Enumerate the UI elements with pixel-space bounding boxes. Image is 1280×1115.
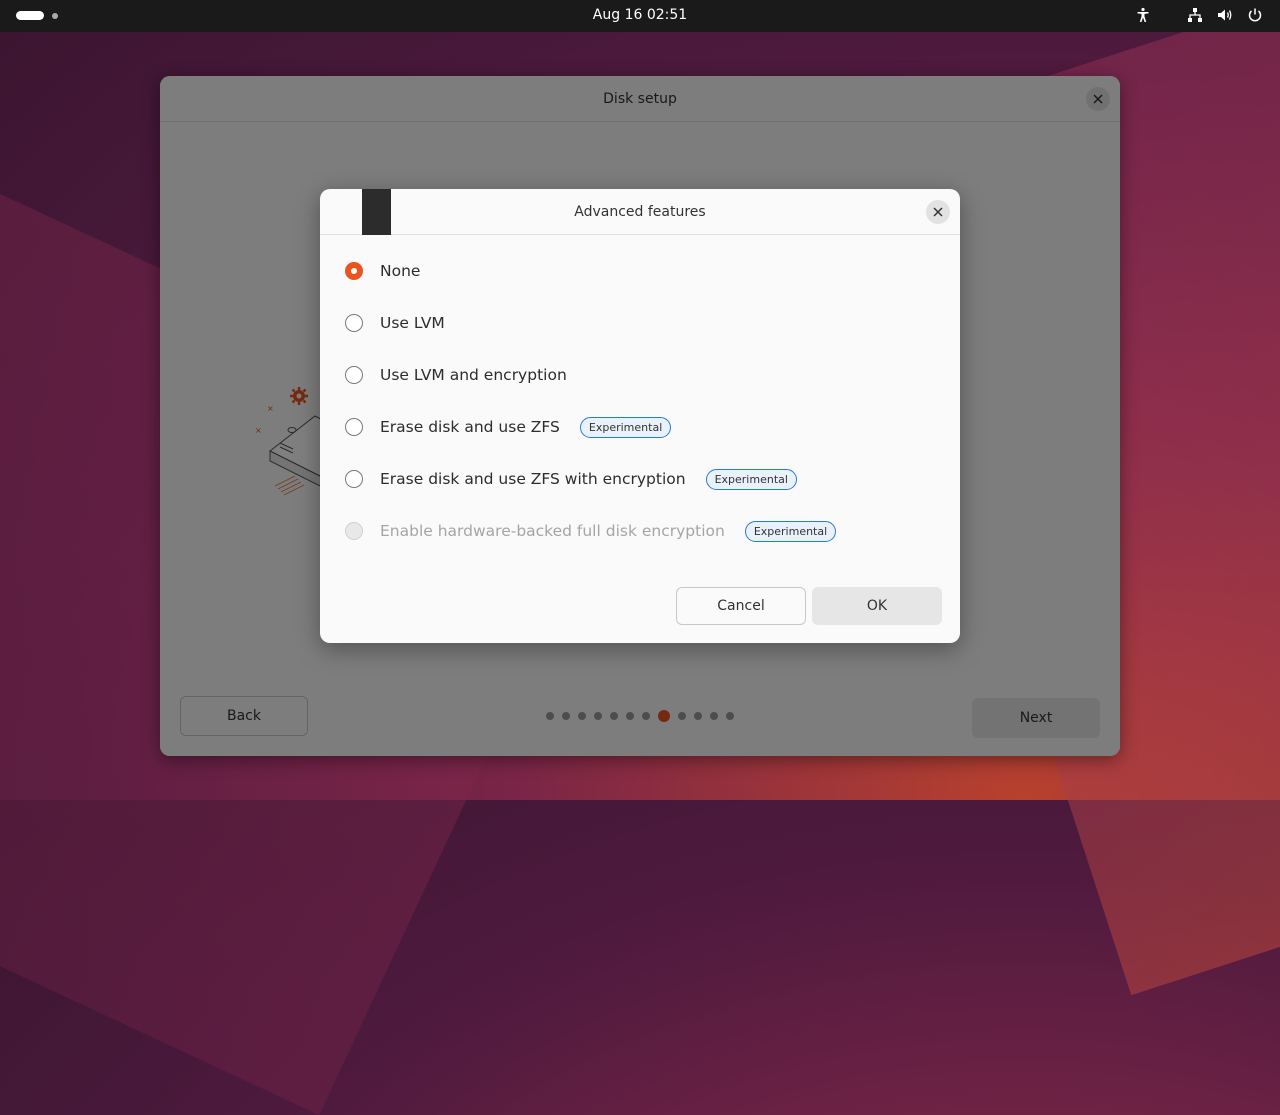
experimental-badge: Experimental [705, 468, 797, 490]
page-dot [626, 712, 634, 720]
advanced-features-dialog: Advanced features None Use LVM Use LVM and… [320, 189, 960, 643]
experimental-badge: Experimental [579, 416, 672, 438]
svg-text:×: × [267, 404, 274, 413]
activities-indicator[interactable] [16, 11, 58, 20]
window-title: Disk setup [603, 90, 677, 107]
network-icon [1186, 6, 1204, 24]
option-label[interactable]: Use LVM and encryption [380, 366, 567, 384]
radio-button[interactable] [345, 262, 363, 280]
option-row[interactable]: Use LVM and encryption [345, 363, 836, 387]
ok-button[interactable]: OK [812, 587, 942, 625]
system-tray[interactable] [1134, 6, 1264, 24]
radio-button [345, 522, 363, 540]
cancel-button[interactable]: Cancel [676, 587, 806, 625]
option-label: Enable hardware-backed full disk encrypt… [380, 522, 725, 540]
clock[interactable]: Aug 16 02:51 [593, 7, 687, 23]
option-label[interactable]: Erase disk and use ZFS [380, 418, 560, 436]
power-icon [1246, 6, 1264, 24]
experimental-badge: Experimental [744, 520, 837, 542]
page-dot [694, 712, 702, 720]
page-dot [726, 712, 734, 720]
page-dot [546, 712, 554, 720]
dialog-header: Advanced features [320, 189, 960, 235]
option-row[interactable]: None [345, 259, 836, 283]
page-dot [562, 712, 570, 720]
radio-button[interactable] [345, 470, 363, 488]
volume-icon [1216, 6, 1234, 24]
svg-text:×: × [255, 426, 262, 435]
page-dot [710, 712, 718, 720]
option-row[interactable]: Use LVM [345, 311, 836, 335]
radio-button[interactable] [345, 314, 363, 332]
page-dot [578, 712, 586, 720]
top-bar: Aug 16 02:51 [0, 0, 1280, 32]
header-dark-block [362, 189, 391, 235]
page-dot [610, 712, 618, 720]
close-icon [1093, 94, 1103, 104]
radio-button[interactable] [345, 366, 363, 384]
page-dot [642, 712, 650, 720]
option-label[interactable]: Use LVM [380, 314, 445, 332]
workspace-dot [52, 12, 58, 19]
page-dot [594, 712, 602, 720]
gear-icon [290, 387, 308, 405]
option-label[interactable]: None [380, 262, 420, 280]
page-dot [678, 712, 686, 720]
workspace-active-pill [16, 11, 44, 20]
page-dot [658, 710, 670, 722]
option-label[interactable]: Erase disk and use ZFS with encryption [380, 470, 686, 488]
option-row: Enable hardware-backed full disk encrypt… [345, 519, 837, 543]
accessibility-icon[interactable] [1134, 6, 1152, 24]
advanced-options-list: None Use LVM Use LVM and encryption Erase d… [345, 259, 837, 571]
next-button[interactable]: Next [972, 698, 1100, 738]
option-row[interactable]: Erase disk and use ZFS Experimental [345, 415, 836, 439]
window-close-button[interactable] [1086, 87, 1110, 111]
option-row[interactable]: Erase disk and use ZFS with encryption Ex… [345, 467, 836, 491]
dialog-close-button[interactable] [926, 200, 950, 224]
close-icon [933, 207, 943, 217]
window-header: Disk setup [160, 76, 1120, 122]
dialog-title: Advanced features [574, 203, 706, 220]
radio-button[interactable] [345, 418, 363, 436]
